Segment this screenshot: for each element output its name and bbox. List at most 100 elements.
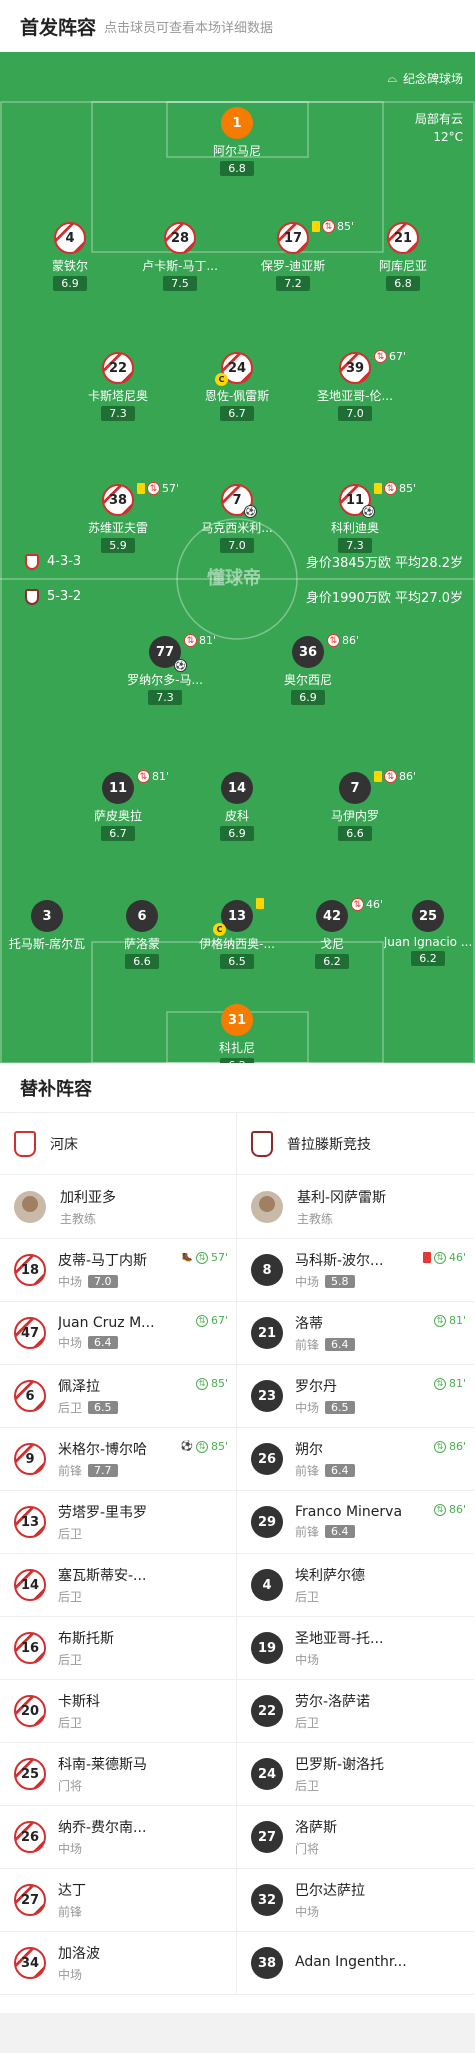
home-player[interactable]: 22 卡斯塔尼奥 7.3 [53,352,183,421]
jersey-number: 1 [232,115,242,131]
home-player[interactable]: 7 ⚽ 马克西米利... 7.0 [172,484,302,553]
home-badge-icon [25,553,39,570]
home-player[interactable]: 28 卢卡斯-马丁... 7.5 [115,222,245,291]
jersey-icon: 39 [339,352,371,384]
sub-player-row[interactable]: 26 纳乔-费尔南... 中场 [0,1806,236,1869]
player-events: ⇅ 67' [374,350,406,363]
away-player[interactable]: 14 皮科 6.9 [172,772,302,841]
sub-player-row[interactable]: 27 洛萨斯 门将 [237,1806,474,1869]
sub-player-row[interactable]: 19 圣地亚哥-托... 中场 [237,1617,474,1680]
sub-info: Juan Cruz M... 中场 6.4 [58,1315,155,1351]
jersey-number: 9 [25,1451,35,1467]
player-name: 卡斯塔尼奥 [87,389,148,403]
sub-player-row[interactable]: 32 巴尔达萨拉 中场 [237,1869,474,1932]
sub-player-row[interactable]: 13 劳塔罗-里韦罗 后卫 [0,1491,236,1554]
player-rating: 7.5 [163,276,197,291]
away-player[interactable]: 36 ⇅ 86' 奥尔西尼 6.9 [243,634,373,705]
sub-player-row[interactable]: 34 加洛波 中场 [0,1932,236,1995]
home-player[interactable]: 1 阿尔马尼 6.8 [172,107,302,176]
player-rating: 7.2 [276,276,310,291]
jersey-icon: 27 [251,1821,283,1853]
sub-player-row[interactable]: 21 洛蒂 前锋 6.4 ⇅ 81' [237,1302,474,1365]
sub-player-row[interactable]: 18 皮蒂-马丁内斯 中场 7.0 🥾 ⇅ 57' [0,1239,236,1302]
sub-in-icon: ⇅ [433,1251,446,1264]
player-name: 苏维亚夫雷 [87,521,148,535]
sub-player-row[interactable]: 16 布斯托斯 后卫 [0,1617,236,1680]
jersey-number: 4 [65,230,75,246]
sub-player-row[interactable]: 38 Adan Ingenthr... [237,1932,474,1995]
sub-position: 后卫 [295,1779,320,1793]
sub-position-line: 门将 [58,1777,147,1794]
player-name: 萨皮奥拉 [93,809,142,823]
sub-in-icon: ⇅ [433,1440,446,1453]
sub-player-row[interactable]: 23 罗尔丹 中场 6.5 ⇅ 81' [237,1365,474,1428]
player-name: 科利迪奥 [330,521,379,535]
sub-position: 后卫 [58,1401,83,1415]
sub-player-row[interactable]: 6 佩泽拉 后卫 6.5 ⇅ 85' [0,1365,236,1428]
sub-player-row[interactable]: 24 巴罗斯-谢洛托 后卫 [237,1743,474,1806]
jersey-icon: 26 [14,1821,46,1853]
player-rating: 7.3 [338,538,372,553]
sub-player-row[interactable]: 9 米格尔-博尔哈 前锋 7.7 ⚽ ⇅ 85' [0,1428,236,1491]
lineup-header: 首发阵容 点击球员可查看本场详细数据 [0,0,475,52]
away-coach[interactable]: 基利-冈萨雷斯 主教练 [237,1175,474,1239]
sub-time: 57' [210,1251,228,1264]
sub-position: 后卫 [58,1590,83,1604]
sub-name: 圣地亚哥-托... [295,1631,384,1647]
sub-player-row[interactable]: 47 Juan Cruz M... 中场 6.4 ⇅ 67' [0,1302,236,1365]
sub-rating: 7.0 [88,1275,118,1288]
sub-position: 前锋 [58,1905,83,1919]
sub-player-row[interactable]: 8 马科斯-波尔... 中场 5.8 ⇅ 46' [237,1239,474,1302]
home-player[interactable]: 21 阿库尼亚 6.8 [338,222,468,291]
player-rating: 7.3 [148,690,182,705]
jersey-number: 27 [257,1829,277,1845]
home-player[interactable]: 24 C 恩佐-佩雷斯 6.7 [172,352,302,421]
jersey-icon: 31 [221,1004,253,1036]
home-team-header[interactable]: 河床 [0,1113,236,1175]
sub-player-row[interactable]: 27 达丁 前锋 [0,1869,236,1932]
sub-out-icon: ⇅ [384,482,397,495]
jersey-number: 39 [345,360,365,376]
jersey-number: 13 [227,908,247,924]
jersey-number: 7 [232,492,242,508]
sub-time: 85' [210,1440,228,1453]
sub-rating: 7.7 [88,1464,118,1477]
jersey-icon: 34 [14,1947,46,1979]
sub-info: 洛萨斯 门将 [295,1817,337,1857]
sub-info: 达丁 前锋 [58,1880,86,1920]
sub-player-row[interactable]: 4 埃利萨尔德 后卫 [237,1554,474,1617]
player-name: 萨洛蒙 [123,937,160,951]
home-player[interactable]: 39 ⇅ 67' 圣地亚哥-伦... 7.0 [290,350,420,421]
away-player[interactable]: 77 ⚽ ⇅ 81' 罗纳尔多-马... 7.3 [100,634,230,705]
player-rating: 6.8 [386,276,420,291]
home-player[interactable]: 38 ⇅ 57' 苏维亚夫雷 5.9 [53,482,183,553]
jersey-number: 3 [42,908,52,924]
sub-info: 巴尔达萨拉 中场 [295,1880,365,1920]
sub-player-row[interactable]: 20 卡斯科 后卫 [0,1680,236,1743]
jersey-icon: 1 [221,107,253,139]
sub-player-row[interactable]: 26 朔尔 前锋 6.4 ⇅ 86' [237,1428,474,1491]
sub-name: 科南-莱德斯马 [58,1757,148,1773]
sub-position-line: 后卫 [58,1525,147,1542]
sub-time: 85' [399,482,417,495]
sub-position-line: 后卫 [295,1714,370,1731]
away-player[interactable]: 31科扎尼6.2 [172,1004,302,1063]
player-name: 科扎尼 [218,1041,255,1055]
ball-icon: ⚽ [180,1441,193,1452]
sub-info: 洛蒂 前锋 6.4 [295,1313,355,1353]
sub-player-row[interactable]: 25 科南-莱德斯马 门将 [0,1743,236,1806]
bottom-bar [0,2013,475,2053]
jersey-icon: 11 ⚽ [339,484,375,518]
away-team-header[interactable]: 普拉滕斯竞技 [237,1113,474,1175]
sub-player-row[interactable]: 29 Franco Minerva 前锋 6.4 ⇅ 86' [237,1491,474,1554]
home-coach[interactable]: 加利亚多 主教练 [0,1175,236,1239]
sub-player-row[interactable]: 22 劳尔-洛萨诺 后卫 [237,1680,474,1743]
away-player[interactable]: 25 Juan Ignacio ... 6.2 [363,900,475,966]
sub-time: 85' [210,1377,228,1390]
away-player[interactable]: 11 ⇅ 81' 萨皮奥拉 6.7 [53,770,183,841]
away-player[interactable]: 7 ⇅ 86' 马伊内罗 6.6 [290,770,420,841]
home-player[interactable]: 11 ⚽ ⇅ 85' 科利迪奥 7.3 [290,482,420,553]
sub-out-icon: ⇅ [384,770,397,783]
sub-player-row[interactable]: 14 塞瓦斯蒂安-... 后卫 [0,1554,236,1617]
sub-name: 罗尔丹 [295,1379,337,1395]
